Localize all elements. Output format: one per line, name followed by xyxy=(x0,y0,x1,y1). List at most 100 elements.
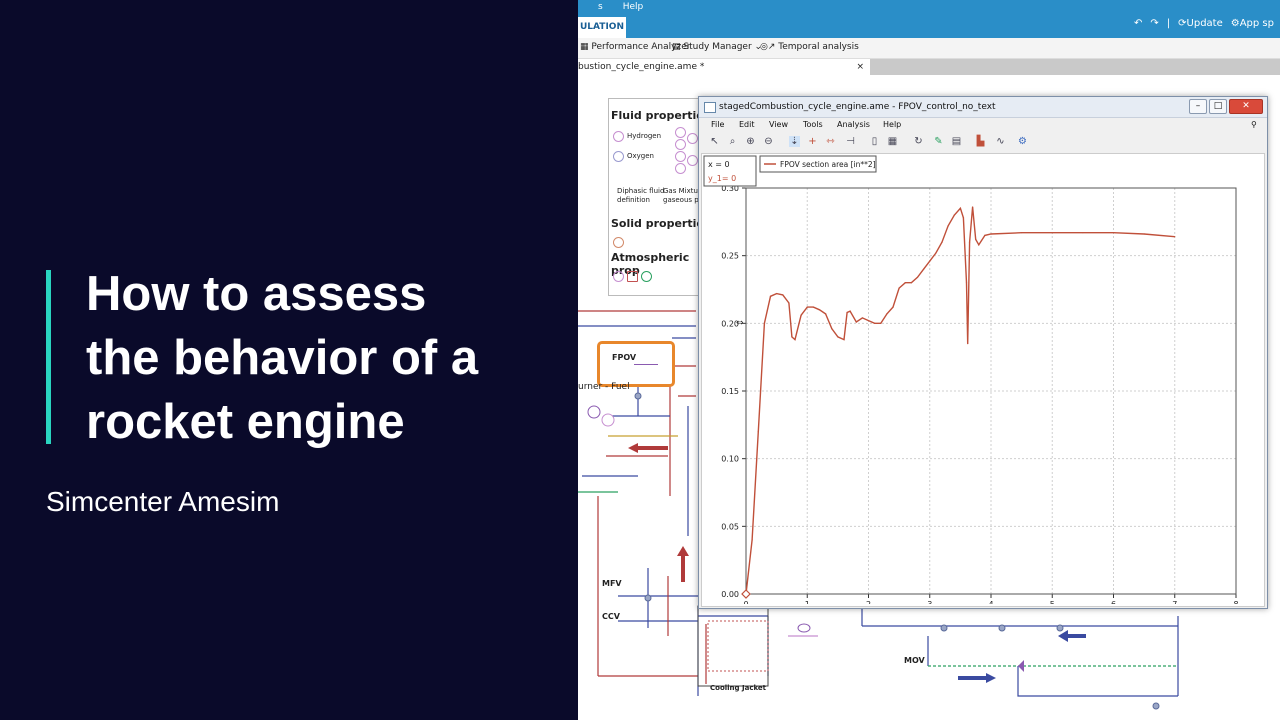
close-tab-icon[interactable]: × xyxy=(856,59,864,75)
series-line xyxy=(745,206,1175,595)
pin-icon[interactable]: ⚲ xyxy=(1251,120,1257,129)
data-point xyxy=(975,238,977,241)
plot-toolbar: ↖ ⌕ ⊕ ⊖ ⇣ + ⇿ ⊣ ▯ ▦ ↻ ✎ ▤ ▙ ∿ ⚙ xyxy=(699,133,1267,151)
data-point xyxy=(800,314,802,316)
maximize-button[interactable]: □ xyxy=(1209,99,1227,114)
title-card: How to assess the behavior of a rocket e… xyxy=(0,0,578,720)
fluid-icon[interactable] xyxy=(675,163,686,174)
data-point xyxy=(962,217,965,219)
atmosphere-icon[interactable] xyxy=(641,271,652,282)
study-manager-button[interactable]: ▤ Study Manager ⌄ xyxy=(672,42,762,52)
curve-icon[interactable]: ∿ xyxy=(995,136,1006,147)
x-tick-label: 2 xyxy=(866,600,871,604)
y-tick-label: 0.10 xyxy=(721,455,739,464)
annotate-icon[interactable]: ✎ xyxy=(933,136,944,147)
data-point xyxy=(751,539,753,541)
data-point xyxy=(968,241,971,243)
amesim-app: s Help ULATION ↶ ↷ | ⟳Update ⚙App sp ▦ P… xyxy=(578,0,1280,720)
data-point xyxy=(843,338,845,341)
bar-chart-icon[interactable]: ▙ xyxy=(975,136,986,147)
document-tab[interactable]: bustion_cycle_engine.ame * × xyxy=(578,59,870,75)
undo-icon[interactable]: ↶ xyxy=(1134,18,1142,29)
solid-icon[interactable] xyxy=(613,237,624,248)
crosshair-icon[interactable]: + xyxy=(807,136,818,147)
data-point xyxy=(806,306,808,308)
data-point xyxy=(959,207,961,209)
data-point xyxy=(855,321,857,323)
atmosphere-icon[interactable] xyxy=(627,271,638,282)
mov-label: MOV xyxy=(904,656,925,665)
fluid-icon[interactable] xyxy=(675,127,686,138)
atmosphere-icon[interactable] xyxy=(613,271,624,282)
plot-menu-bar: File Edit View Tools Analysis Help ⚲ xyxy=(699,118,1267,132)
data-point xyxy=(861,317,863,319)
refresh-icon[interactable]: ↻ xyxy=(913,136,924,147)
temporal-analysis-icon: ◎↗ xyxy=(760,42,776,52)
settings-icon[interactable]: ⚙ xyxy=(1017,136,1028,147)
chart-grid xyxy=(745,187,1237,595)
menu-file[interactable]: File xyxy=(711,120,724,129)
minimize-button[interactable]: – xyxy=(1189,99,1207,114)
x-tick-label: 0 xyxy=(743,600,748,604)
plot-window-titlebar[interactable]: stagedCombustion_cycle_engine.ame - FPOV… xyxy=(699,97,1267,118)
data-point xyxy=(837,336,839,338)
plot-window[interactable]: stagedCombustion_cycle_engine.ame - FPOV… xyxy=(698,96,1268,620)
data-point xyxy=(935,252,937,254)
data-point xyxy=(898,287,900,289)
plot-area[interactable]: 0123456780.000.050.100.150.200.250.30X: … xyxy=(701,153,1265,620)
fluid-icon[interactable] xyxy=(675,139,686,150)
hydrogen-icon[interactable] xyxy=(613,131,624,142)
headline: How to assess the behavior of a rocket e… xyxy=(86,262,566,454)
data-point xyxy=(831,328,833,330)
oxygen-icon[interactable] xyxy=(613,151,624,162)
table-icon[interactable]: ▯ xyxy=(869,136,880,147)
zoom-in-icon[interactable]: ⊕ xyxy=(745,136,756,147)
chart-overlay: ⇔ x = 0 y_1= 0 FPOV section area [in**2] xyxy=(703,155,877,599)
temporal-analysis-button[interactable]: ◎↗ Temporal analysis xyxy=(760,42,859,52)
pointer-icon[interactable]: ↖ xyxy=(709,136,720,147)
headline-line-2: the behavior of a xyxy=(86,331,479,385)
diphasic-label-2: definition xyxy=(617,196,650,204)
zoom-out-icon[interactable]: ⊖ xyxy=(763,136,774,147)
menu-edit[interactable]: Edit xyxy=(739,120,755,129)
data-point xyxy=(910,282,912,284)
fluid-icon[interactable] xyxy=(687,155,698,166)
fluid-icon[interactable] xyxy=(687,133,698,144)
app-space-button[interactable]: ⚙App sp xyxy=(1231,18,1274,29)
vertical-cursor-icon[interactable]: ⇣ xyxy=(789,136,800,147)
multi-cursor-icon[interactable]: ⇿ xyxy=(825,136,836,147)
zoom-region-icon[interactable]: ⌕ xyxy=(727,136,738,147)
ribbon-toolbar: ▦ Performance Analyzer ▤ Study Manager ⌄… xyxy=(578,38,1280,59)
fpov-chart[interactable]: 0123456780.000.050.100.150.200.250.30X: … xyxy=(702,154,1262,620)
close-button[interactable]: ✕ xyxy=(1229,99,1263,114)
data-point xyxy=(794,338,796,341)
data-point xyxy=(967,343,969,345)
menu-partial[interactable]: s xyxy=(598,2,603,12)
fpov-highlight[interactable]: FPOV xyxy=(597,341,675,387)
data-point xyxy=(953,214,955,216)
data-point xyxy=(1174,236,1176,238)
menu-help[interactable]: Help xyxy=(623,2,644,12)
menu-tools[interactable]: Tools xyxy=(803,120,823,129)
y-tick-label: 0.25 xyxy=(721,252,739,261)
layers-icon[interactable]: ▤ xyxy=(951,136,962,147)
tab-simulation[interactable]: ULATION xyxy=(578,17,626,38)
update-button[interactable]: ⟳Update xyxy=(1178,18,1223,29)
redo-icon[interactable]: ↷ xyxy=(1150,18,1158,29)
data-point xyxy=(867,320,870,322)
grid-icon[interactable]: ▦ xyxy=(887,136,898,147)
step-icon[interactable]: ⊣ xyxy=(845,136,856,147)
separator: | xyxy=(1166,18,1171,29)
fluid-icon[interactable] xyxy=(675,151,686,162)
burner-fuel-label: urner - Fuel xyxy=(578,382,630,392)
menu-help[interactable]: Help xyxy=(883,120,901,129)
ccv-label: CCV xyxy=(602,612,620,621)
refresh-icon: ⟳ xyxy=(1178,18,1187,29)
data-point xyxy=(812,306,814,308)
menu-view[interactable]: View xyxy=(769,120,788,129)
x-tick-label: 4 xyxy=(988,600,993,604)
menu-analysis[interactable]: Analysis xyxy=(837,120,870,129)
data-point xyxy=(849,310,851,312)
hydrogen-label: Hydrogen xyxy=(627,132,662,140)
fpov-valve-icon xyxy=(634,364,658,365)
